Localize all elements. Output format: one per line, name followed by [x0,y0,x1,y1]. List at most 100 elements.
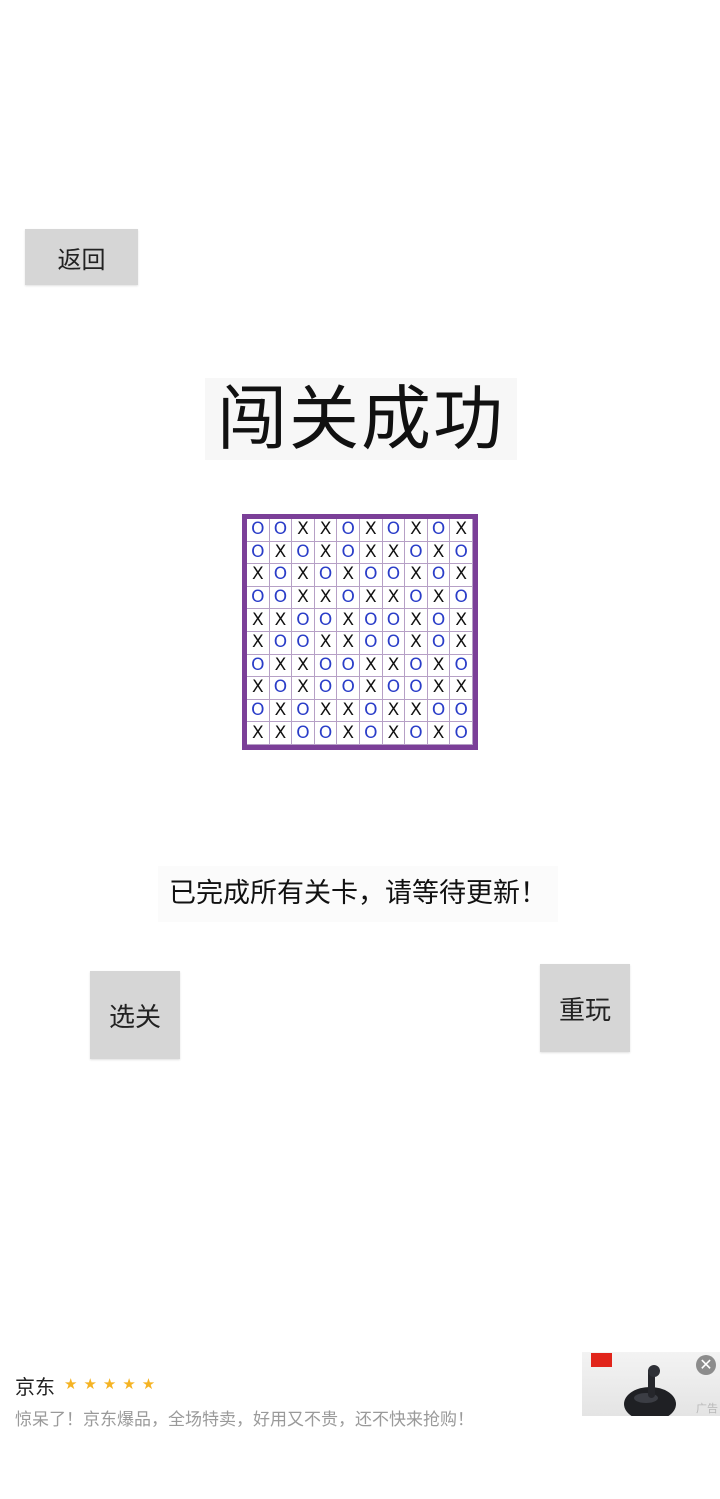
board-cell: O [450,699,473,723]
board-cell: X [314,699,338,723]
board-cell: O [314,722,338,745]
board-cell: O [247,699,270,723]
board-cell: X [269,654,293,678]
board-cell: X [269,699,293,723]
board-cell: O [314,677,338,700]
board-cell: O [292,632,315,655]
board-cell: O [269,564,293,587]
board-cell: O [405,541,428,565]
board-cell: X [292,677,315,700]
board-cell: O [292,541,315,565]
board-cell: X [292,654,315,678]
board-cell: X [247,722,270,745]
board-cell: X [314,586,338,610]
board-cell: X [269,541,293,565]
board-cell: X [450,609,473,632]
board-cell: O [314,609,338,632]
board-cell: X [382,541,406,565]
board-cell: X [337,609,360,632]
ad-description: 惊呆了！京东爆品，全场特卖，好用又不贵，还不快来抢购！ [15,1410,474,1430]
board-cell: X [450,519,473,542]
board-cell: O [405,586,428,610]
board-cell: X [269,609,293,632]
board-cell: X [247,677,270,700]
board-cell: O [337,586,360,610]
board-cell: X [360,541,383,565]
board-cell: X [427,654,451,678]
board-cell: X [337,699,360,723]
board-cell: O [405,677,428,700]
board-cell: X [427,722,451,745]
earbuds-case-icon [624,1365,676,1416]
board-cell: X [405,519,428,542]
board-cell: X [405,609,428,632]
board-cell: X [337,564,360,587]
board-cell: O [337,677,360,700]
board-cell: O [405,722,428,745]
game-board: OOXXOXOXOXOXOXOXXOXOXOXOXOOXOXOOXXOXXOXO… [242,514,478,750]
board-cell: O [360,609,383,632]
back-button[interactable]: 返回 [25,229,138,285]
board-cell: O [382,564,406,587]
board-cell: O [337,541,360,565]
board-cell: O [247,654,270,678]
board-cell: X [360,677,383,700]
board-cell: O [337,519,360,542]
board-cell: O [450,541,473,565]
board-cell: X [450,632,473,655]
board-cell: X [382,654,406,678]
completion-message: 已完成所有关卡，请等待更新！ [158,866,558,922]
jd-logo-icon [591,1353,612,1367]
board-cell: O [427,632,451,655]
board-cell: X [247,564,270,587]
ad-title: 京东 [15,1375,55,1399]
board-cell: O [405,654,428,678]
board-cell: O [292,609,315,632]
board-cell: X [337,722,360,745]
board-cell: O [382,609,406,632]
board-cell: O [314,564,338,587]
board-cell: X [382,699,406,723]
board-cell: O [427,609,451,632]
board-cell: O [360,564,383,587]
ad-banner[interactable]: 京东 ★★★★★ 惊呆了！京东爆品，全场特卖，好用又不贵，还不快来抢购！ 广告 … [0,1345,720,1435]
board-cell: O [269,632,293,655]
board-cell: O [382,677,406,700]
board-cell: X [427,541,451,565]
board-cell: X [292,564,315,587]
board-cell: X [247,609,270,632]
board-cell: X [292,586,315,610]
level-complete-title: 闯关成功 [205,378,517,460]
board-cell: X [405,699,428,723]
board-cell: X [269,722,293,745]
ad-mark: 广告 [696,1402,718,1415]
close-icon[interactable]: ✕ [696,1355,716,1375]
board-cell: O [269,677,293,700]
board-cell: X [405,632,428,655]
board-cell: O [450,654,473,678]
board-cell: X [314,632,338,655]
board-cell: O [292,722,315,745]
board-cell: O [427,564,451,587]
board-cell: X [382,586,406,610]
board-cell: O [450,722,473,745]
board-cell: X [314,519,338,542]
board-cell: X [450,677,473,700]
board-cell: O [360,722,383,745]
board-cell: O [314,654,338,678]
board-cell: X [427,677,451,700]
select-level-button[interactable]: 选关 [90,971,180,1059]
board-cell: O [450,586,473,610]
board-cell: O [269,586,293,610]
board-cell: X [405,564,428,587]
board-cell: O [427,519,451,542]
replay-button[interactable]: 重玩 [540,964,630,1052]
board-cell: O [360,632,383,655]
board-cell: X [314,541,338,565]
board-cell: X [247,632,270,655]
board-cell: O [247,586,270,610]
board-cell: O [292,699,315,723]
board-cell: O [360,699,383,723]
board-cell: O [269,519,293,542]
board-cell: X [337,632,360,655]
